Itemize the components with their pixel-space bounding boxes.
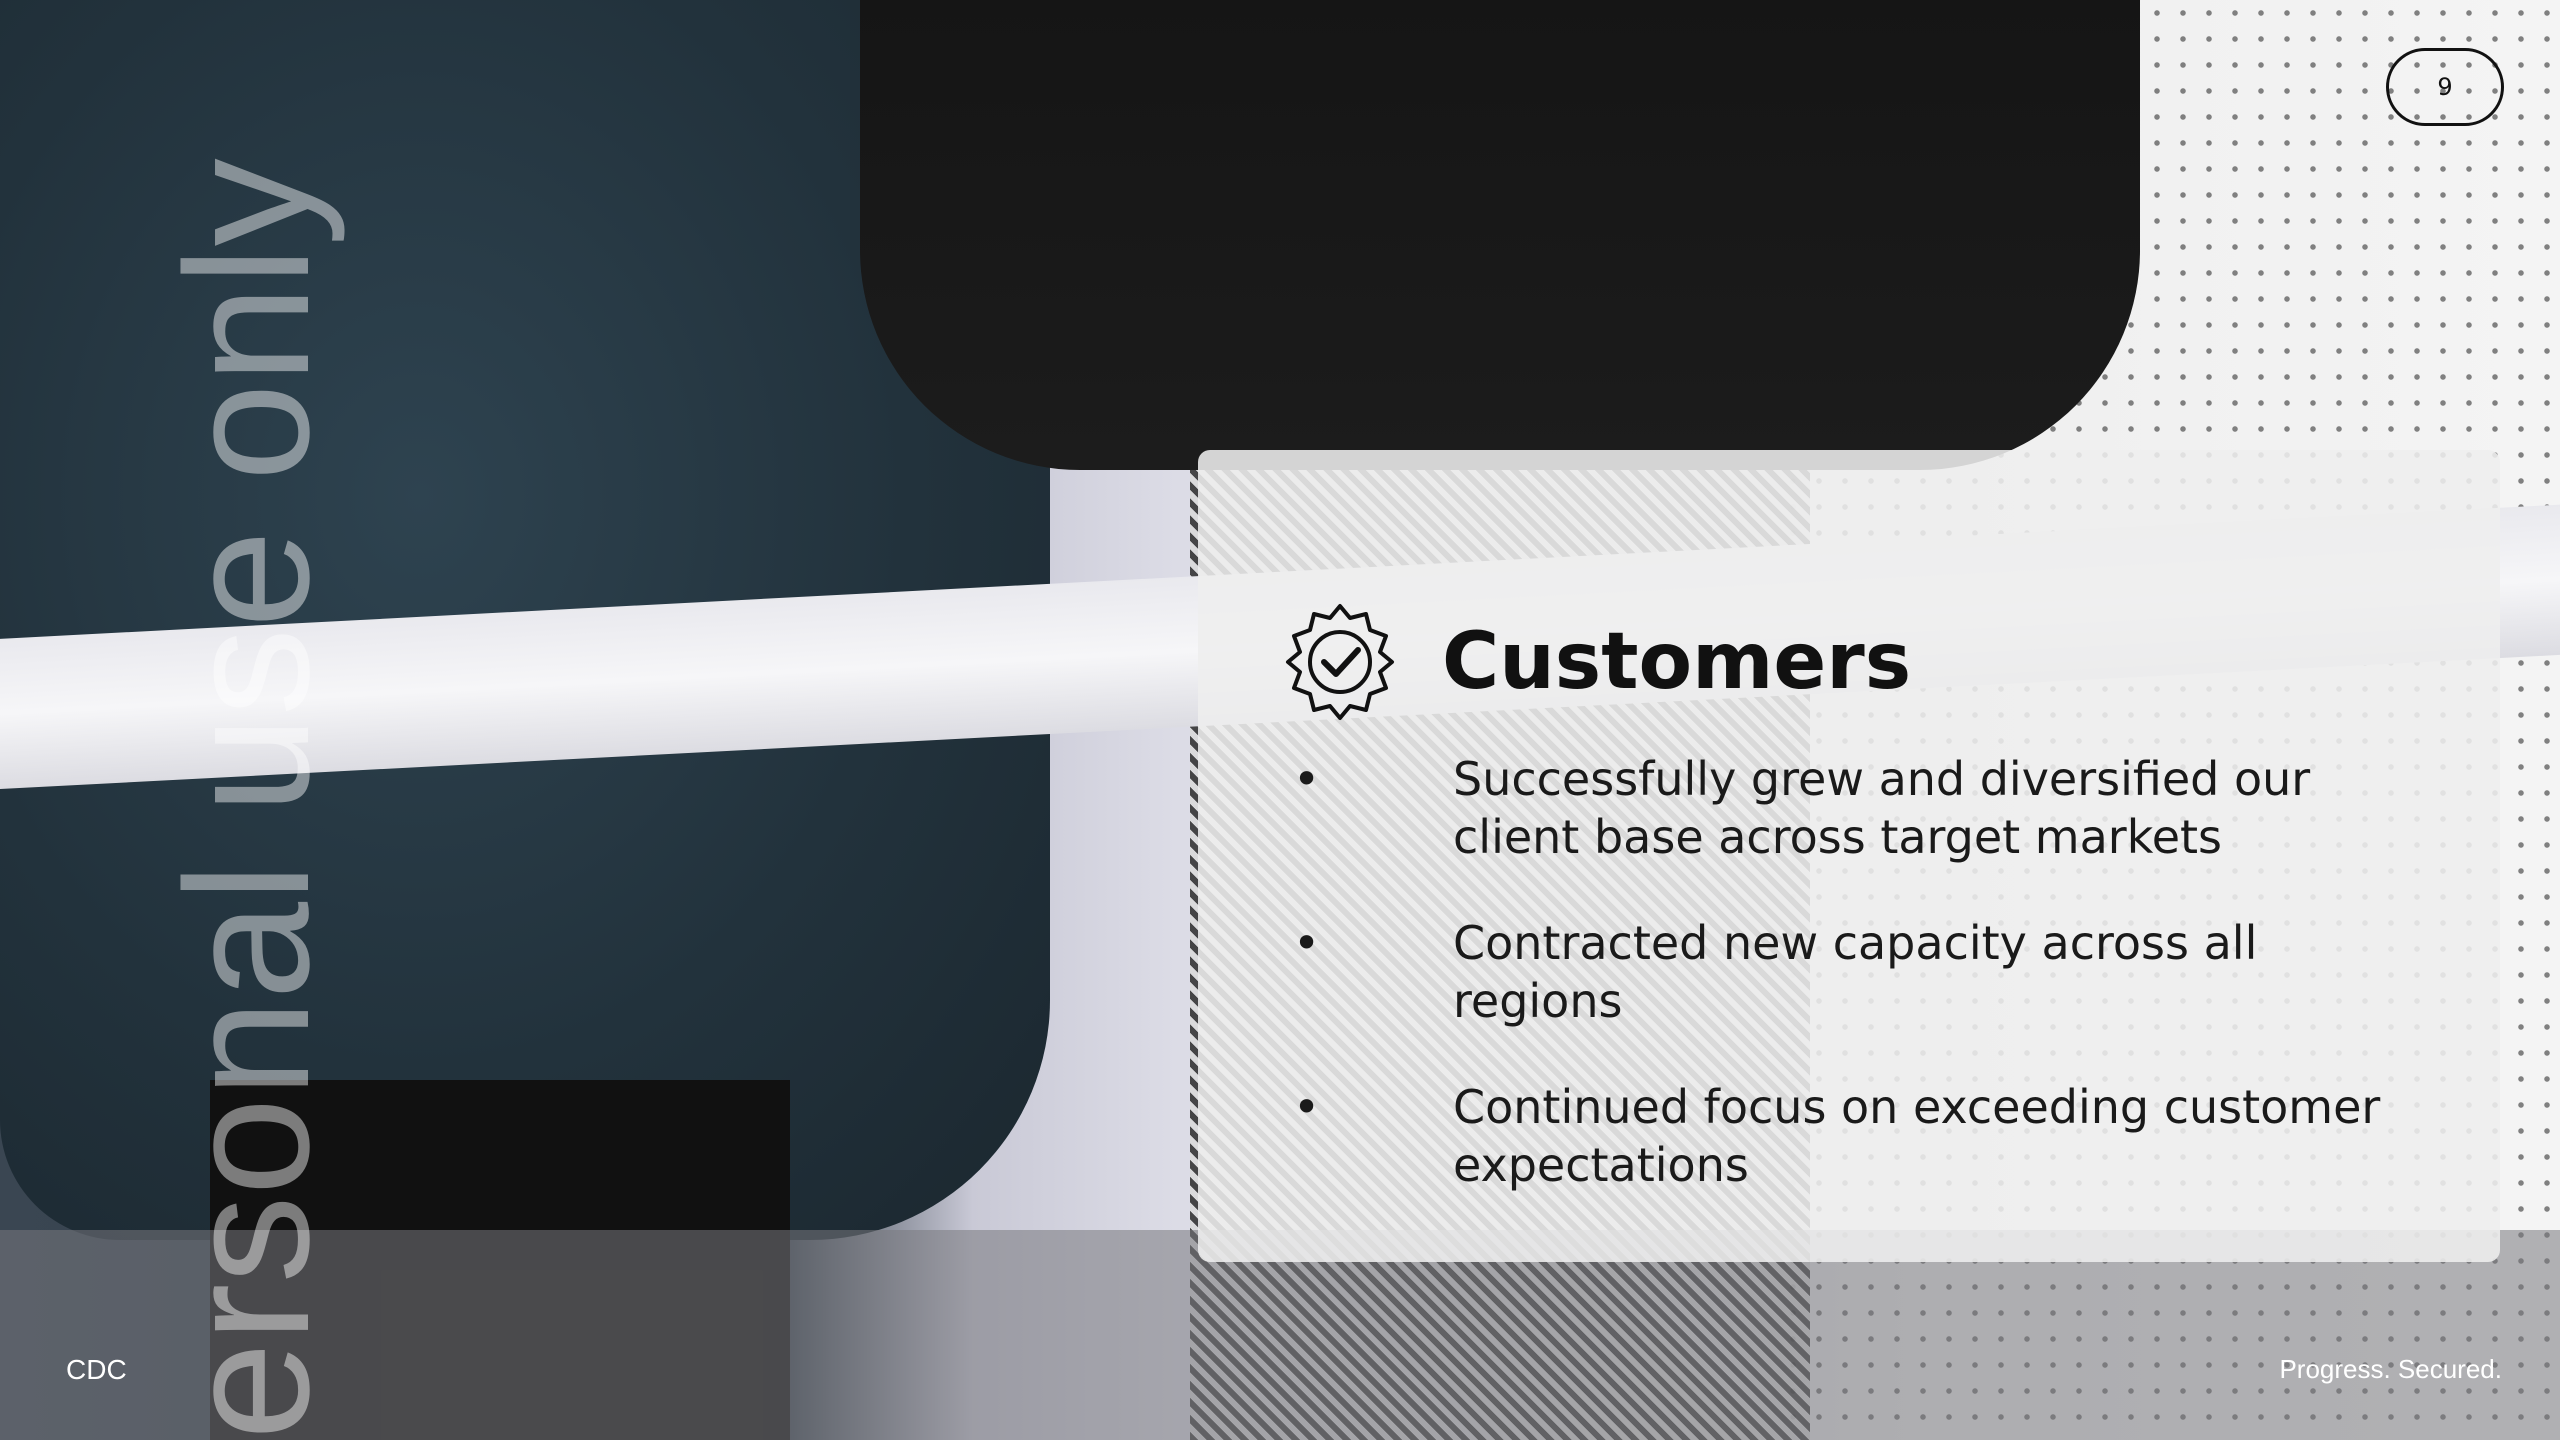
verified-badge-icon — [1278, 600, 1402, 724]
footer-company: CDC — [66, 1354, 127, 1385]
bullet-list: • Successfully grew and diversified our … — [1293, 750, 2423, 1242]
bullet-text: Continued focus on exceeding customer ex… — [1453, 1080, 2381, 1192]
bullet-text: Contracted new capacity across all regio… — [1453, 916, 2258, 1028]
page-number-badge: 9 — [2386, 48, 2504, 126]
page-number: 9 — [2437, 73, 2453, 101]
bullet-marker: • — [1293, 916, 1321, 970]
person-right-blazer — [860, 0, 2140, 470]
bullet-item: • Successfully grew and diversified our … — [1293, 750, 2423, 866]
watermark-text: ersonal use only — [150, 158, 346, 1440]
title-row: Customers — [1278, 565, 1911, 760]
bullet-marker: • — [1293, 752, 1321, 806]
content-card: Customers • Successfully grew and divers… — [1198, 450, 2500, 1262]
slide-title: Customers — [1442, 617, 1912, 708]
bullet-text: Successfully grew and diversified our cl… — [1453, 752, 2311, 864]
footer-tagline: Progress. Secured. — [2279, 1354, 2502, 1384]
bullet-item: • Contracted new capacity across all reg… — [1293, 914, 2423, 1030]
bullet-marker: • — [1293, 1080, 1321, 1134]
bullet-item: • Continued focus on exceeding customer … — [1293, 1078, 2423, 1194]
